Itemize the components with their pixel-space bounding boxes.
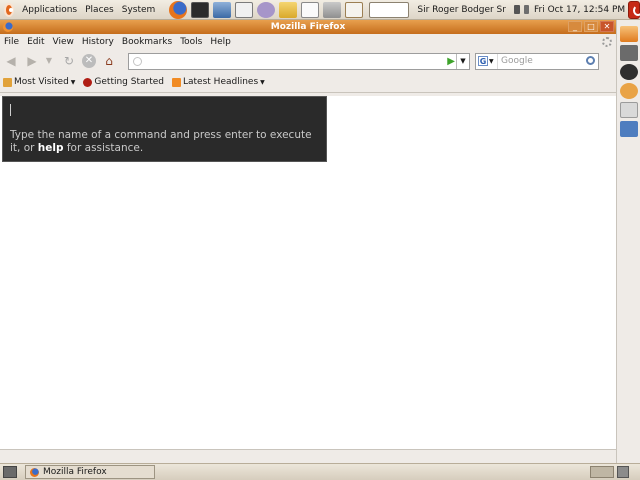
window-controls: _ □ ✕ <box>566 21 614 32</box>
command-help-post: for assistance. <box>63 142 144 154</box>
power-icon[interactable] <box>628 0 640 19</box>
top-panel: Applications Places System Sir Roger Bod… <box>0 0 640 20</box>
navigation-toolbar: ◀ ▶ ▼ ↻ ✕ ⌂ ▶ ▼ G ▼ Google <box>0 50 616 72</box>
text-editor-icon[interactable] <box>301 1 320 18</box>
places-menu[interactable]: Places <box>81 5 118 15</box>
back-button[interactable]: ◀ <box>3 53 19 69</box>
calculator-icon[interactable] <box>323 1 342 18</box>
menu-bookmarks[interactable]: Bookmarks <box>118 37 176 47</box>
network-tray-icon[interactable] <box>524 5 529 14</box>
toolbox-icon[interactable] <box>620 45 638 61</box>
url-input[interactable]: ▶ ▼ <box>128 52 470 70</box>
stop-button[interactable]: ✕ <box>82 54 96 68</box>
pidgin-icon[interactable] <box>257 1 276 18</box>
taskbar-label: Mozilla Firefox <box>43 467 107 477</box>
document-icon[interactable] <box>620 102 638 118</box>
menu-view[interactable]: View <box>49 37 78 47</box>
applications-menu[interactable]: Applications <box>18 5 81 15</box>
command-help-text: Type the name of a command and press ent… <box>10 129 322 155</box>
user-switcher[interactable]: Sir Roger Bodger Sr <box>417 5 506 15</box>
firefox-favicon-icon <box>83 77 93 87</box>
menu-help[interactable]: Help <box>206 37 235 47</box>
show-desktop-icon[interactable] <box>3 466 17 478</box>
folder-icon[interactable] <box>279 1 298 18</box>
menu-history[interactable]: History <box>78 37 118 47</box>
menu-file[interactable]: File <box>0 37 23 47</box>
bookmark-getting-started[interactable]: Getting Started <box>83 77 164 87</box>
printer-tray-icon[interactable] <box>513 5 521 14</box>
reload-button[interactable]: ↻ <box>61 53 77 69</box>
chevron-down-icon: ▼ <box>70 78 76 86</box>
history-dropdown-button[interactable]: ▼ <box>45 53 53 69</box>
google-icon: G <box>478 56 488 66</box>
camera-icon[interactable] <box>620 64 638 80</box>
firefox-icon[interactable] <box>169 0 188 19</box>
clock[interactable]: Fri Oct 17, 12:54 PM <box>534 5 625 15</box>
page-content[interactable]: Type the name of a command and press ent… <box>0 96 616 449</box>
chart-icon[interactable] <box>620 121 638 137</box>
throbber-icon <box>602 37 612 47</box>
network-icon[interactable] <box>213 1 232 18</box>
bookmarks-toolbar: Most Visited ▼ Getting Started Latest He… <box>0 72 616 93</box>
close-button[interactable]: ✕ <box>600 21 614 32</box>
chevron-down-icon: ▼ <box>260 78 265 86</box>
globe-icon[interactable] <box>620 83 638 99</box>
workspace-switcher[interactable] <box>590 466 614 478</box>
url-dropdown-button[interactable]: ▼ <box>456 53 469 69</box>
menubar: File Edit View History Bookmarks Tools H… <box>0 34 616 50</box>
bookmark-most-visited[interactable]: Most Visited ▼ <box>3 77 75 87</box>
command-help-keyword: help <box>37 142 64 154</box>
search-placeholder: Google <box>501 56 533 66</box>
minimize-button[interactable]: _ <box>568 21 582 32</box>
menu-edit[interactable]: Edit <box>23 37 48 47</box>
trash-icon[interactable] <box>617 466 629 478</box>
command-prompt-panel[interactable]: Type the name of a command and press ent… <box>2 96 327 162</box>
search-engine-selector[interactable]: G ▼ <box>476 53 498 69</box>
dictionary-icon[interactable] <box>345 1 364 18</box>
engine-dropdown-icon: ▼ <box>489 57 494 65</box>
search-input[interactable]: G ▼ Google <box>475 52 599 70</box>
firefox-window: Mozilla Firefox _ □ ✕ File Edit View His… <box>0 20 616 463</box>
rss-feed-icon[interactable] <box>620 26 638 42</box>
firefox-icon <box>30 467 39 477</box>
folder-icon <box>3 77 12 87</box>
command-input-cursor[interactable] <box>10 104 11 116</box>
search-icon[interactable] <box>586 55 595 65</box>
window-titlebar[interactable]: Mozilla Firefox _ □ ✕ <box>0 20 616 34</box>
rss-icon <box>172 77 181 87</box>
panel-search-input[interactable] <box>369 1 410 18</box>
bookmark-label: Latest Headlines <box>183 77 259 87</box>
side-icon-strip <box>616 20 640 463</box>
home-button[interactable]: ⌂ <box>101 53 117 69</box>
bookmark-label: Getting Started <box>94 77 164 87</box>
launcher-bar <box>167 0 365 19</box>
taskbar-firefox-button[interactable]: Mozilla Firefox <box>25 465 155 479</box>
forward-button[interactable]: ▶ <box>24 53 40 69</box>
status-bar <box>0 449 616 463</box>
window-title: Mozilla Firefox <box>270 22 346 32</box>
bottom-panel: Mozilla Firefox <box>0 463 640 480</box>
system-menu[interactable]: System <box>118 5 160 15</box>
bookmark-latest-headlines[interactable]: Latest Headlines ▼ <box>172 77 265 87</box>
bookmark-label: Most Visited <box>14 77 69 87</box>
menu-tools[interactable]: Tools <box>176 37 206 47</box>
go-button[interactable]: ▶ <box>447 56 455 67</box>
terminal-icon[interactable] <box>191 1 210 18</box>
maximize-button[interactable]: □ <box>584 21 598 32</box>
mail-icon[interactable] <box>235 1 254 18</box>
page-favicon-icon <box>133 56 142 66</box>
ubuntu-logo-icon[interactable] <box>4 2 15 17</box>
